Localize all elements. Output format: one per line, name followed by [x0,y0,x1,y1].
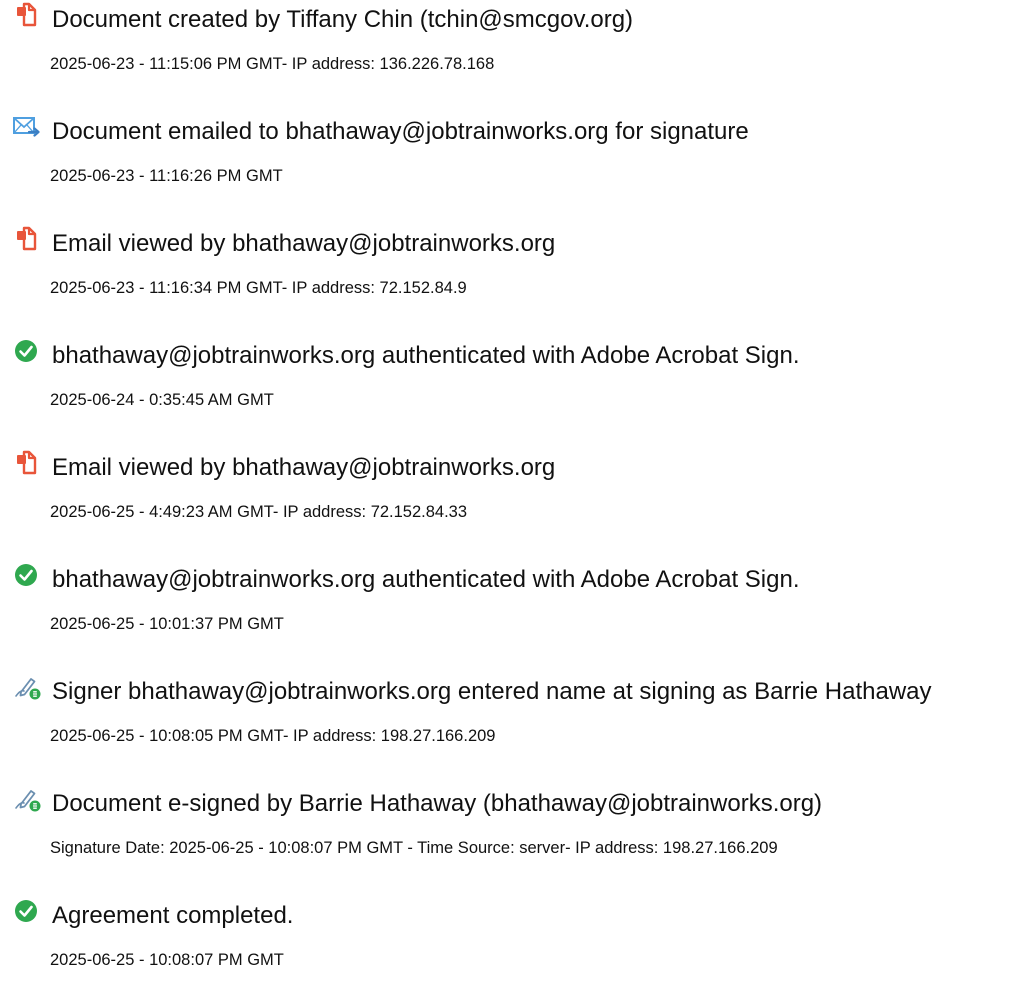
event-title: Email viewed by bhathaway@jobtrainworks.… [52,454,556,481]
history-event: Document created by Tiffany Chin (tchin@… [0,0,1026,110]
email-sent-icon [12,112,42,142]
signature-pen-icon [12,672,42,702]
event-title: Agreement completed. [52,902,294,929]
event-detail: 2025-06-23 - 11:16:26 PM GMT [50,167,283,185]
agreement-history: Document created by Tiffany Chin (tchin@… [0,0,1026,994]
history-event: bhathaway@jobtrainworks.org authenticate… [0,336,1026,446]
event-detail: 2025-06-25 - 10:08:05 PM GMT- IP address… [50,727,496,745]
event-detail: 2025-06-25 - 4:49:23 AM GMT- IP address:… [50,503,468,521]
document-viewed-icon [12,224,42,254]
history-event: Email viewed by bhathaway@jobtrainworks.… [0,224,1026,334]
event-detail: Signature Date: 2025-06-25 - 10:08:07 PM… [50,839,778,857]
event-title: bhathaway@jobtrainworks.org authenticate… [52,342,800,369]
event-title: Signer bhathaway@jobtrainworks.org enter… [52,678,932,705]
event-title: bhathaway@jobtrainworks.org authenticate… [52,566,800,593]
check-circle-icon [12,560,42,590]
document-created-icon [12,0,42,30]
event-detail: 2025-06-25 - 10:08:07 PM GMT [50,951,284,969]
check-circle-icon [12,336,42,366]
history-event: Signer bhathaway@jobtrainworks.org enter… [0,672,1026,782]
history-event: bhathaway@jobtrainworks.org authenticate… [0,560,1026,670]
event-detail: 2025-06-25 - 10:01:37 PM GMT [50,615,284,633]
event-title: Document e-signed by Barrie Hathaway (bh… [52,790,823,817]
event-detail: 2025-06-23 - 11:16:34 PM GMT- IP address… [50,279,467,297]
check-circle-icon [12,896,42,926]
document-viewed-icon [12,448,42,478]
signature-pen-icon [12,784,42,814]
event-title: Document created by Tiffany Chin (tchin@… [52,6,634,33]
history-event: Document emailed to bhathaway@jobtrainwo… [0,112,1026,222]
history-event: Document e-signed by Barrie Hathaway (bh… [0,784,1026,894]
history-event: Agreement completed. 2025-06-25 - 10:08:… [0,896,1026,1006]
history-event: Email viewed by bhathaway@jobtrainworks.… [0,448,1026,558]
event-title: Document emailed to bhathaway@jobtrainwo… [52,118,749,145]
event-title: Email viewed by bhathaway@jobtrainworks.… [52,230,556,257]
event-detail: 2025-06-23 - 11:15:06 PM GMT- IP address… [50,55,495,73]
event-detail: 2025-06-24 - 0:35:45 AM GMT [50,391,274,409]
